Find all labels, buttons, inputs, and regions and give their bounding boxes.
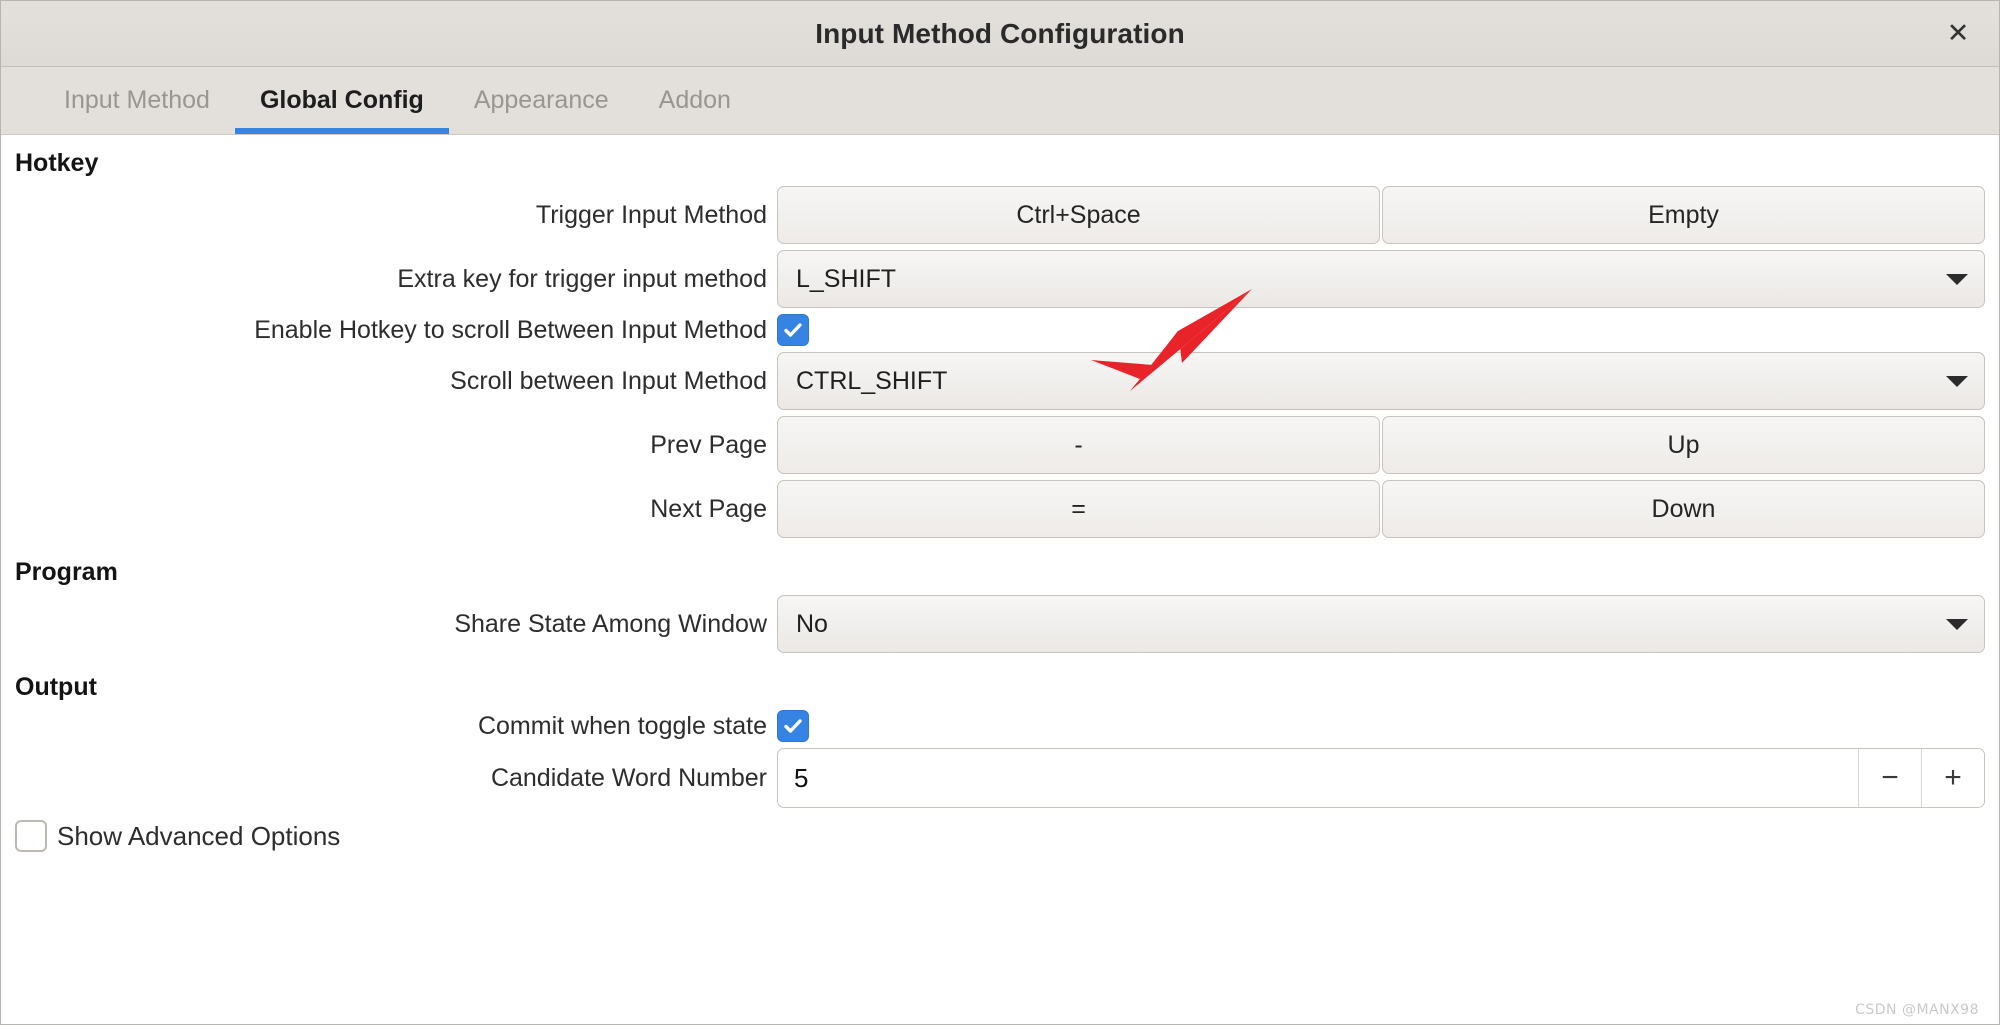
- row-show-advanced-options: Show Advanced Options: [1, 814, 1999, 852]
- label-scroll-between: Scroll between Input Method: [450, 366, 767, 395]
- check-icon: [784, 719, 802, 733]
- commit-toggle-checkbox[interactable]: [777, 710, 809, 742]
- row-trigger-input-method: Trigger Input Method Ctrl+Space Empty: [1, 186, 1999, 244]
- label-candidate-word-number: Candidate Word Number: [490, 763, 767, 792]
- prev-page-primary-button[interactable]: -: [777, 416, 1380, 474]
- scroll-between-select[interactable]: CTRL_SHIFT: [777, 352, 1985, 410]
- chevron-down-icon: [1946, 618, 1968, 630]
- trigger-hotkey-secondary-button[interactable]: Empty: [1382, 186, 1985, 244]
- row-prev-page: Prev Page - Up: [1, 416, 1999, 474]
- control-extra-key: L_SHIFT: [777, 250, 1985, 308]
- next-page-primary-button[interactable]: =: [777, 480, 1380, 538]
- settings-content: Hotkey Trigger Input Method Ctrl+Space E…: [1, 135, 1999, 1024]
- row-next-page: Next Page = Down: [1, 480, 1999, 538]
- label-extra-key: Extra key for trigger input method: [397, 264, 767, 293]
- scroll-between-value: CTRL_SHIFT: [796, 366, 948, 395]
- label-next-page: Next Page: [650, 494, 767, 523]
- row-extra-key: Extra key for trigger input method L_SHI…: [1, 250, 1999, 308]
- label-prev-page: Prev Page: [650, 430, 767, 459]
- check-icon: [784, 323, 802, 337]
- section-heading-output: Output: [15, 673, 97, 701]
- row-share-state: Share State Among Window No: [1, 595, 1999, 653]
- minus-icon[interactable]: −: [1858, 749, 1921, 807]
- chevron-down-icon: [1946, 273, 1968, 285]
- control-commit-toggle: [777, 710, 1985, 742]
- tab-bar: Input Method Global Config Appearance Ad…: [1, 67, 1999, 135]
- row-commit-toggle: Commit when toggle state: [1, 710, 1999, 742]
- tab-appearance[interactable]: Appearance: [449, 67, 634, 134]
- row-enable-scroll-hotkey: Enable Hotkey to scroll Between Input Me…: [1, 314, 1999, 346]
- label-enable-scroll-hotkey: Enable Hotkey to scroll Between Input Me…: [254, 315, 767, 344]
- prev-page-secondary-button[interactable]: Up: [1382, 416, 1985, 474]
- candidate-word-number-stepper[interactable]: 5 − +: [777, 748, 1985, 808]
- control-share-state: No: [777, 595, 1985, 653]
- next-page-secondary-button[interactable]: Down: [1382, 480, 1985, 538]
- close-icon[interactable]: ✕: [1935, 11, 1981, 57]
- enable-scroll-hotkey-checkbox[interactable]: [777, 314, 809, 346]
- section-heading-program: Program: [15, 558, 118, 586]
- tab-global-config[interactable]: Global Config: [234, 67, 449, 134]
- control-next-page: = Down: [777, 480, 1985, 538]
- plus-icon[interactable]: +: [1921, 749, 1984, 807]
- input-method-configuration-window: Input Method Configuration ✕ Input Metho…: [0, 0, 2000, 1025]
- show-advanced-options-checkbox[interactable]: [15, 820, 47, 852]
- control-prev-page: - Up: [777, 416, 1985, 474]
- control-enable-scroll-hotkey: [777, 314, 1985, 346]
- control-scroll-between: CTRL_SHIFT: [777, 352, 1985, 410]
- window-title: Input Method Configuration: [815, 17, 1185, 49]
- label-show-advanced-options: Show Advanced Options: [57, 820, 341, 851]
- chevron-down-icon: [1946, 375, 1968, 387]
- control-candidate-word-number: 5 − +: [777, 748, 1985, 808]
- row-candidate-word-number: Candidate Word Number 5 − +: [1, 748, 1999, 808]
- tab-addon[interactable]: Addon: [634, 67, 756, 134]
- share-state-value: No: [796, 609, 828, 638]
- label-commit-toggle: Commit when toggle state: [477, 711, 767, 740]
- extra-key-select[interactable]: L_SHIFT: [777, 250, 1985, 308]
- share-state-select[interactable]: No: [777, 595, 1985, 653]
- tab-input-method[interactable]: Input Method: [39, 67, 235, 134]
- row-scroll-between: Scroll between Input Method CTRL_SHIFT: [1, 352, 1999, 410]
- control-trigger-input-method: Ctrl+Space Empty: [777, 186, 1985, 244]
- candidate-word-number-input[interactable]: 5: [778, 749, 1858, 807]
- titlebar: Input Method Configuration ✕: [1, 1, 1999, 67]
- trigger-hotkey-primary-button[interactable]: Ctrl+Space: [777, 186, 1380, 244]
- label-share-state: Share State Among Window: [454, 609, 767, 638]
- section-heading-hotkey: Hotkey: [15, 149, 99, 177]
- watermark: CSDN @MANX98: [1855, 1002, 1979, 1018]
- extra-key-value: L_SHIFT: [796, 264, 897, 293]
- label-trigger-input-method: Trigger Input Method: [535, 200, 767, 229]
